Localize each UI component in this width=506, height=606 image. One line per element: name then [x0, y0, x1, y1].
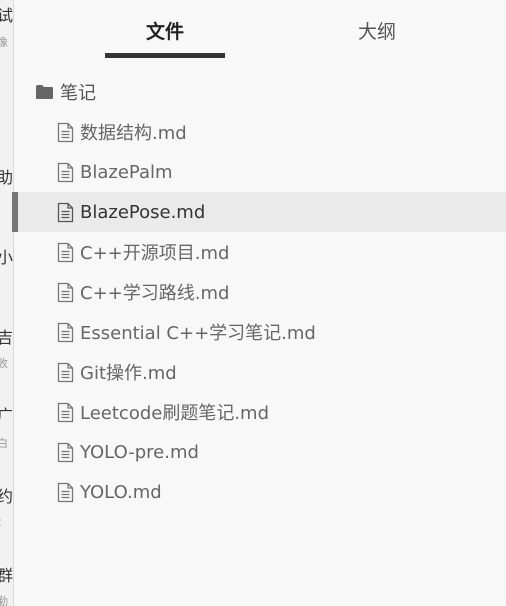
- background-text-fragment: 约: [0, 483, 13, 507]
- active-tab-indicator: [105, 53, 225, 58]
- background-text-fragment: 像: [0, 34, 8, 50]
- background-window-strip: 试 像 助 小 吉 收 广 白 约 ： 群 勤: [0, 0, 14, 606]
- background-text-fragment: 白: [0, 435, 8, 451]
- file-icon: [57, 242, 74, 263]
- background-text-fragment: 群: [0, 562, 13, 586]
- file-label: Essential C++学习笔记.md: [80, 323, 316, 344]
- folder-label: 笔记: [60, 83, 96, 104]
- file-icon: [57, 202, 74, 223]
- tab-outline[interactable]: 大纲: [332, 18, 422, 46]
- file-label: YOLO-pre.md: [80, 441, 199, 463]
- file-label: Git操作.md: [80, 363, 177, 384]
- file-item[interactable]: 数据结构.md: [14, 112, 506, 152]
- file-sidebar: 文件 大纲 笔记 数据结构.md BlazePalm BlazePose.md: [12, 0, 506, 606]
- file-item[interactable]: YOLO-pre.md: [14, 432, 506, 472]
- file-icon: [57, 402, 74, 423]
- file-item[interactable]: C++学习路线.md: [14, 272, 506, 312]
- file-icon: [57, 362, 74, 383]
- file-icon: [57, 322, 74, 343]
- file-item[interactable]: C++开源项目.md: [14, 232, 506, 272]
- background-text-fragment: 吉: [0, 324, 13, 348]
- background-text-fragment: 试: [0, 2, 13, 26]
- file-item[interactable]: Git操作.md: [14, 352, 506, 392]
- background-text-fragment: 小: [0, 244, 13, 268]
- file-label: BlazePalm: [80, 161, 173, 183]
- file-label: BlazePose.md: [80, 201, 206, 223]
- file-icon: [57, 162, 74, 183]
- file-icon: [57, 442, 74, 463]
- file-label: C++学习路线.md: [80, 283, 230, 304]
- file-label: YOLO.md: [80, 481, 162, 503]
- file-item[interactable]: Leetcode刷题笔记.md: [14, 392, 506, 432]
- background-text-fragment: 广: [0, 402, 13, 426]
- file-icon: [57, 282, 74, 303]
- background-text-fragment: ：: [0, 514, 8, 530]
- file-item-active[interactable]: BlazePose.md: [12, 192, 506, 232]
- file-item[interactable]: BlazePalm: [14, 152, 506, 192]
- file-label: C++开源项目.md: [80, 243, 230, 264]
- file-tree: 笔记 数据结构.md BlazePalm BlazePose.md C++开源项…: [12, 72, 506, 512]
- folder-item-notes[interactable]: 笔记: [14, 72, 506, 112]
- file-icon: [57, 122, 74, 143]
- background-text-fragment: 助: [0, 164, 13, 188]
- background-text-fragment: 收: [0, 355, 8, 371]
- file-item[interactable]: YOLO.md: [14, 472, 506, 512]
- file-icon: [57, 482, 74, 503]
- file-item[interactable]: Essential C++学习笔记.md: [14, 312, 506, 352]
- tab-files[interactable]: 文件: [105, 18, 225, 46]
- folder-icon: [35, 84, 54, 100]
- sidebar-tabs: 文件 大纲: [14, 0, 506, 60]
- file-label: 数据结构.md: [80, 123, 187, 144]
- background-text-fragment: 勤: [0, 593, 8, 606]
- file-label: Leetcode刷题笔记.md: [80, 403, 270, 424]
